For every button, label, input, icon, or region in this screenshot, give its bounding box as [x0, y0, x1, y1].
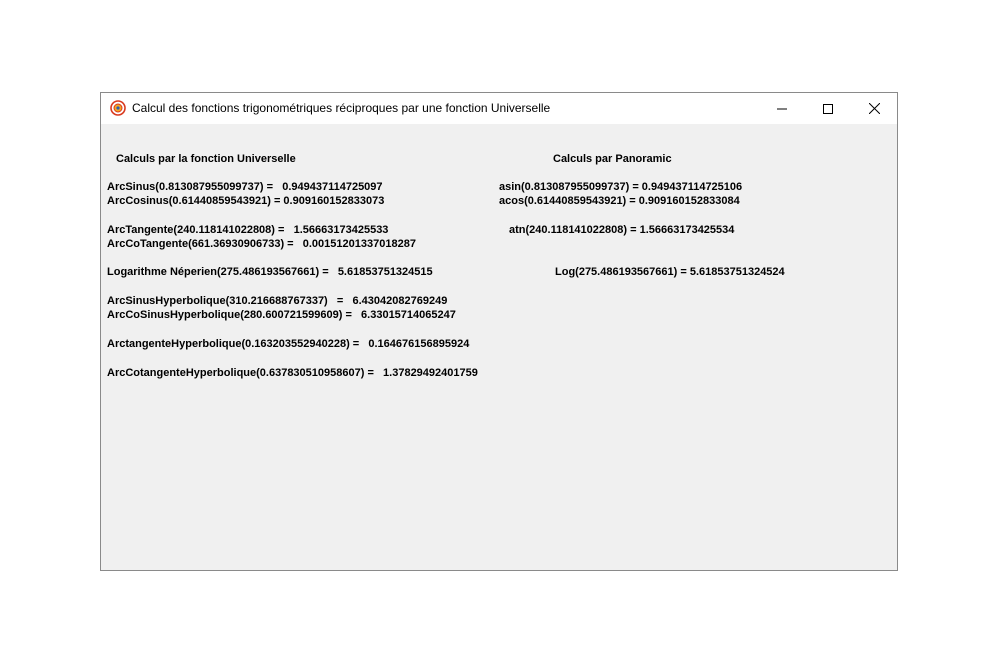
log-result: Log(275.486193567661) = 5.61853751324524	[555, 266, 785, 278]
minimize-icon	[777, 108, 787, 109]
atn-result: atn(240.118141022808) = 1.56663173425534	[509, 224, 735, 236]
arccosinus-result: ArcCosinus(0.61440859543921) = 0.9091601…	[107, 195, 385, 207]
minimize-button[interactable]	[759, 93, 805, 124]
close-button[interactable]	[851, 93, 897, 124]
arccotangente-result: ArcCoTangente(661.36930906733) = 0.00151…	[107, 238, 416, 250]
arcsinus-result: ArcSinus(0.813087955099737) = 0.94943711…	[107, 181, 383, 193]
asin-result: asin(0.813087955099737) = 0.949437114725…	[499, 181, 743, 193]
arctangente-result: ArcTangente(240.118141022808) = 1.566631…	[107, 224, 389, 236]
acos-result: acos(0.61440859543921) = 0.9091601528330…	[499, 195, 740, 207]
arctangentehyperbolique-result: ArctangenteHyperbolique(0.16320355294022…	[107, 338, 470, 350]
close-icon	[868, 103, 880, 114]
title-bar[interactable]: Calcul des fonctions trigonométriques ré…	[101, 93, 897, 124]
panoramic-header: Calculs par Panoramic	[553, 153, 672, 165]
universal-header: Calculs par la fonction Universelle	[116, 153, 296, 165]
arccotangentehyperbolique-result: ArcCotangenteHyperbolique(0.637830510958…	[107, 367, 478, 379]
window-title: Calcul des fonctions trigonométriques ré…	[132, 101, 551, 115]
maximize-icon	[823, 103, 833, 114]
logarithme-result: Logarithme Néperien(275.486193567661) = …	[107, 266, 433, 278]
arccosinushyperbolique-result: ArcCoSinusHyperbolique(280.600721599609)…	[107, 309, 456, 321]
maximize-button[interactable]	[805, 93, 851, 124]
app-window: Calcul des fonctions trigonométriques ré…	[100, 92, 898, 571]
arcsinushyperbolique-result: ArcSinusHyperbolique(310.216688767337) =…	[107, 295, 448, 307]
panoramic-app-icon	[110, 100, 126, 116]
